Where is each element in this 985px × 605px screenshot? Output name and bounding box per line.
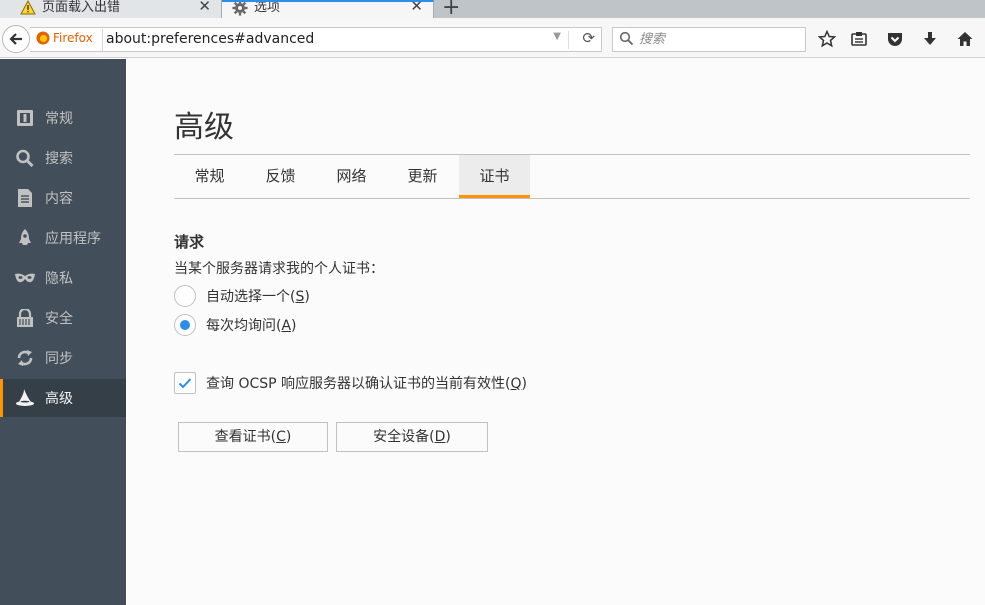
sidebar-item-label: 隐私 (45, 268, 73, 288)
sidebar-item-search[interactable]: 搜索 (0, 139, 126, 177)
identity-label: Firefox (53, 31, 93, 45)
identity-box[interactable]: Firefox (36, 31, 93, 45)
tab-general[interactable]: 常规 (174, 155, 245, 198)
back-arrow-icon (8, 31, 24, 47)
general-icon (15, 109, 35, 127)
new-tab-button[interactable]: + (442, 0, 460, 20)
close-tab-icon[interactable]: ✕ (410, 0, 423, 14)
firefox-logo-icon (36, 31, 50, 45)
radio-button[interactable] (174, 285, 196, 307)
page-title: 高级 (174, 102, 234, 146)
sidebar-item-applications[interactable]: 应用程序 (0, 219, 126, 257)
navigation-toolbar: Firefox about:preferences#advanced ▼ ⟳ (0, 18, 985, 58)
ocsp-checkbox[interactable] (174, 372, 196, 394)
search-bar[interactable] (612, 27, 806, 52)
sidebar-item-general[interactable]: 常规 (0, 99, 126, 137)
sidebar-item-label: 常规 (45, 108, 73, 128)
tab-page-load-error[interactable]: 页面载入出错 ✕ (0, 0, 222, 18)
sidebar-item-label: 高级 (45, 388, 73, 408)
sidebar-item-privacy[interactable]: 隐私 (0, 259, 126, 297)
history-dropdown-icon[interactable]: ▼ (553, 31, 561, 42)
pocket-icon[interactable] (886, 30, 904, 48)
tab-strip: 页面载入出错 ✕ 选项 ✕ + (0, 0, 985, 18)
search-icon (619, 31, 634, 46)
tab-options[interactable]: 选项 ✕ (222, 0, 434, 18)
tab-network[interactable]: 网络 (316, 155, 387, 198)
tab-title: 选项 (254, 0, 280, 16)
tab-certificates[interactable]: 证书 (459, 155, 530, 198)
tab-update[interactable]: 更新 (387, 155, 458, 198)
close-tab-icon[interactable]: ✕ (198, 0, 211, 14)
mask-icon (15, 269, 35, 287)
advanced-tabs: 常规 反馈 网络 更新 证书 (174, 154, 970, 199)
radio-label: 每次均询问(A) (206, 315, 297, 335)
preferences-pane: 高级 常规 反馈 网络 更新 证书 请求 当某个服务器请求我的个人证书： 自动选… (126, 59, 985, 605)
search-icon (15, 149, 35, 167)
ocsp-label: 查询 OCSP 响应服务器以确认证书的当前有效性(Q) (206, 373, 527, 393)
wizard-hat-icon (15, 389, 35, 407)
sidebar-item-label: 搜索 (45, 148, 73, 168)
bookmarks-menu-icon[interactable] (850, 30, 868, 48)
radio-label: 自动选择一个(S) (206, 286, 310, 306)
section-title: 请求 (174, 231, 204, 252)
back-button[interactable] (2, 25, 30, 53)
sidebar-item-label: 同步 (45, 348, 73, 368)
sidebar-item-label: 内容 (45, 188, 73, 208)
url-bar[interactable]: Firefox about:preferences#advanced ▼ ⟳ (30, 27, 602, 52)
home-icon[interactable] (956, 30, 974, 48)
sidebar-item-label: 安全 (45, 308, 73, 328)
document-icon (15, 189, 35, 207)
url-separator (568, 31, 569, 49)
security-devices-button[interactable]: 安全设备(D) (336, 422, 488, 452)
category-sidebar: 常规 搜索 内容 应用程序 隐私 (0, 59, 126, 605)
warning-icon (20, 0, 36, 16)
sidebar-item-content[interactable]: 内容 (0, 179, 126, 217)
tab-data-choices[interactable]: 反馈 (245, 155, 316, 198)
sidebar-item-label: 应用程序 (45, 228, 101, 248)
checkmark-icon (175, 373, 195, 393)
url-text[interactable]: about:preferences#advanced (106, 31, 314, 47)
sidebar-item-advanced[interactable]: 高级 (0, 379, 126, 417)
radio-button[interactable] (174, 314, 196, 336)
bookmark-star-icon[interactable] (818, 30, 836, 48)
tab-title: 页面载入出错 (42, 0, 120, 16)
sidebar-item-sync[interactable]: 同步 (0, 339, 126, 377)
sidebar-item-security[interactable]: 安全 (0, 299, 126, 337)
view-certificates-button[interactable]: 查看证书(C) (178, 422, 328, 452)
search-input[interactable] (639, 30, 799, 49)
section-description: 当某个服务器请求我的个人证书： (174, 258, 384, 278)
gear-icon (232, 0, 248, 16)
identity-separator (102, 29, 103, 51)
sync-icon (15, 349, 35, 367)
lock-icon (15, 309, 35, 327)
reload-button[interactable]: ⟳ (582, 29, 595, 47)
rocket-icon (15, 229, 35, 247)
downloads-icon[interactable] (921, 30, 939, 48)
